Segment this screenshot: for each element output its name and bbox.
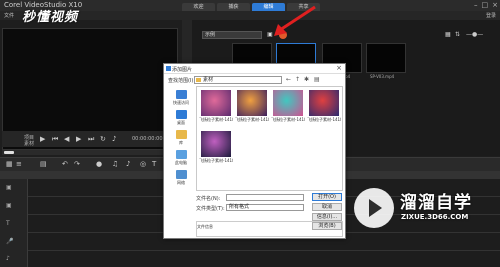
computer-icon	[175, 150, 187, 159]
place-network[interactable]: 网络	[167, 170, 195, 186]
thumbnail-size-icon[interactable]: —●—	[466, 31, 483, 38]
place-quick-access[interactable]: 快速访问	[167, 90, 195, 106]
filetype-label: 文件类型(T):	[196, 206, 225, 212]
preview-scrubber[interactable]	[2, 150, 178, 155]
add-image-dialog: 添加图片 × 查找范围(I): 素材 ← ↑ ✱ ▤ 快速访问 桌面 库 此电脑…	[163, 63, 346, 239]
file-info-box	[196, 221, 343, 237]
file-item[interactable]: 飞扬粒子素材-1418046516...	[271, 90, 305, 122]
play-icon	[369, 199, 382, 217]
places-bar: 快速访问 桌面 库 此电脑 网络	[167, 86, 195, 191]
cancel-button[interactable]: 取消	[312, 203, 342, 211]
track-manager-icon[interactable]: ▤	[40, 160, 47, 168]
filename-label: 文件名(N):	[196, 196, 221, 202]
undo-icon[interactable]: ↶	[62, 160, 68, 168]
open-button[interactable]: 打开(O)	[312, 193, 342, 201]
watermark-text: 溜溜自学	[400, 193, 472, 213]
auto-music-icon[interactable]: ♪	[126, 160, 130, 168]
view-grid-icon[interactable]: ▦	[445, 31, 451, 38]
file-list: 飞扬粒子素材-1418047686... 飞扬粒子素材-1418046403..…	[196, 86, 343, 191]
thumb-label: SP-V03.mp4	[370, 74, 395, 79]
end-icon[interactable]: ⏭	[88, 135, 94, 144]
sort-icon[interactable]: ⇅	[455, 31, 460, 38]
title-track-icon[interactable]: T	[6, 220, 10, 227]
file-thumbnail	[309, 90, 339, 116]
watermark-top: 秒懂视频	[22, 10, 79, 25]
filename-input[interactable]	[226, 194, 304, 201]
watermark-bottom: 溜溜自学 ZIXUE.3D66.COM	[354, 184, 500, 239]
playback-controls: 项目 素材 ▶ ⏮ ◀ ▶ ⏭ ↻ ♪ 00:00:00:00	[2, 131, 178, 147]
storyboard-view-icon[interactable]: ▦	[6, 160, 13, 168]
star-icon	[175, 90, 187, 99]
file-item[interactable]: 飞扬粒子素材-1418046885...	[199, 131, 233, 163]
file-thumbnail	[273, 90, 303, 116]
prev-icon[interactable]: ◀	[64, 135, 69, 143]
mixer-icon[interactable]: ♫	[112, 160, 118, 168]
music-track-icon[interactable]: ♪	[6, 255, 10, 262]
close-icon[interactable]: ×	[336, 64, 342, 72]
new-folder-icon[interactable]: ✱	[304, 76, 309, 83]
back-icon[interactable]: ←	[286, 76, 291, 83]
red-arrow-annotation	[274, 5, 316, 36]
view-menu-icon[interactable]: ▤	[314, 76, 320, 83]
file-item[interactable]: 飞扬粒子素材-1418046403...	[235, 90, 269, 122]
library-thumb[interactable]	[366, 43, 406, 73]
network-icon	[175, 170, 187, 179]
place-this-pc[interactable]: 此电脑	[167, 150, 195, 166]
window-controls: – □ ×	[474, 1, 498, 9]
track-divider	[28, 250, 500, 251]
info-button[interactable]: 信息(I)...	[312, 213, 342, 221]
redo-icon[interactable]: ↷	[74, 160, 80, 168]
subtitle-icon[interactable]: T	[152, 160, 156, 168]
place-library[interactable]: 库	[167, 130, 195, 146]
scrubber-handle[interactable]	[4, 151, 14, 154]
track-headers	[0, 179, 28, 267]
repeat-icon[interactable]: ↻	[100, 135, 106, 143]
look-in-label: 查找范围(I):	[168, 78, 196, 84]
up-folder-icon[interactable]: ↑	[295, 76, 300, 83]
app-icon	[166, 66, 171, 71]
filetype-select[interactable]: 所有格式	[226, 204, 304, 211]
folder-icon	[196, 78, 201, 82]
volume-icon[interactable]: ♪	[112, 135, 116, 143]
timecode: 00:00:00:00	[132, 136, 163, 142]
place-desktop[interactable]: 桌面	[167, 110, 195, 126]
menu-file[interactable]: 文件	[4, 12, 14, 19]
overlay-track-icon[interactable]: ▣	[6, 202, 12, 209]
dialog-title: 添加图片	[172, 67, 193, 73]
library-icon	[175, 130, 187, 139]
voice-track-icon[interactable]: 🎤	[6, 238, 13, 245]
login-link[interactable]: 登录	[486, 12, 496, 19]
file-thumbnail	[201, 90, 231, 116]
play-icon[interactable]: ▶	[40, 135, 45, 143]
motion-track-icon[interactable]: ◎	[140, 160, 146, 168]
record-capture-icon[interactable]: ●	[96, 160, 102, 168]
file-thumbnail	[201, 131, 231, 157]
close-icon[interactable]: ×	[492, 1, 498, 9]
clip-mode-label[interactable]: 素材	[24, 140, 34, 147]
home-icon[interactable]: ⏮	[52, 135, 58, 144]
dialog-title-bar: 添加图片 ×	[164, 64, 345, 74]
look-in-select[interactable]: 素材	[194, 76, 282, 84]
minimize-icon[interactable]: –	[474, 1, 478, 9]
file-item[interactable]: 飞扬粒子素材-1418047686...	[199, 90, 233, 122]
desktop-icon	[175, 110, 187, 119]
file-thumbnail	[237, 90, 267, 116]
file-item[interactable]: 飞扬粒子素材-1418046872...	[307, 90, 341, 122]
maximize-icon[interactable]: □	[482, 1, 489, 9]
video-track-icon[interactable]: ▣	[6, 184, 12, 191]
look-in-value: 素材	[203, 77, 214, 83]
timeline-view-icon[interactable]: ≡	[16, 160, 22, 168]
watermark-url: ZIXUE.3D66.COM	[401, 213, 469, 221]
next-icon[interactable]: ▶	[76, 135, 81, 143]
library-folder-dropdown[interactable]: 示例	[202, 31, 262, 39]
file-info-label: 文件信息	[197, 224, 213, 229]
